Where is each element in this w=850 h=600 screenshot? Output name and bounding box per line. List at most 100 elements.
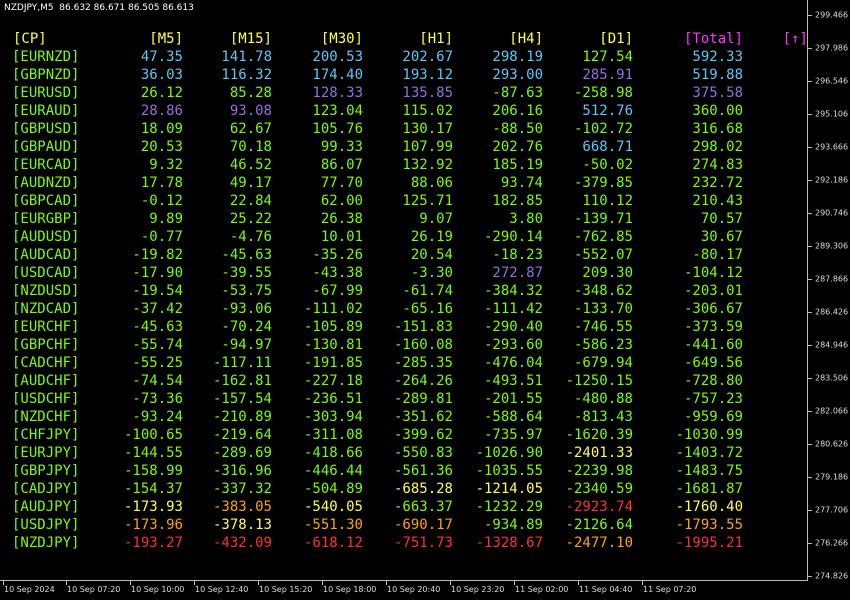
value-cell: -160.08 bbox=[393, 337, 453, 353]
value-cell: -480.88 bbox=[573, 391, 633, 407]
value-cell: 512.76 bbox=[582, 103, 633, 119]
time-label: 10 Sep 23:20 bbox=[451, 585, 505, 594]
table-row: [CADJPY] -154.37 -337.32 -504.89 -685.28 -121… bbox=[0, 480, 808, 498]
value-cell: -441.60 bbox=[683, 337, 743, 353]
value-cell: 206.16 bbox=[492, 103, 543, 119]
sort-order-button[interactable]: [↑] bbox=[783, 30, 808, 48]
value-cell: 135.85 bbox=[402, 85, 453, 101]
pair-label: [USDCAD] bbox=[12, 265, 80, 281]
value-cell: -757.23 bbox=[683, 391, 743, 407]
value-cell: -293.60 bbox=[483, 337, 543, 353]
value-cell: -258.98 bbox=[573, 85, 633, 101]
price-tick bbox=[808, 114, 812, 115]
table-row: [USDJPY] -173.96 -378.13 -551.30 -690.17 -934… bbox=[0, 516, 808, 534]
value-cell: -1793.55 bbox=[675, 517, 743, 533]
value-cell: -173.93 bbox=[123, 499, 183, 515]
price-label: 297.986 bbox=[815, 43, 849, 53]
value-cell: -191.85 bbox=[303, 355, 363, 371]
price-axis[interactable]: 299.466 297.986 296.546 295.106 293.666 292.1… bbox=[808, 0, 850, 581]
price-tick bbox=[808, 411, 812, 412]
table-row: [AUDNZD] 17.78 49.17 77.70 88.06 93.74 -379.85… bbox=[0, 174, 808, 192]
value-cell: 232.72 bbox=[692, 175, 743, 191]
value-cell: 128.33 bbox=[312, 85, 363, 101]
value-cell: -504.89 bbox=[303, 481, 363, 497]
value-cell: -227.18 bbox=[303, 373, 363, 389]
price-tick bbox=[808, 576, 812, 577]
pair-label: [GBPJPY] bbox=[12, 463, 80, 479]
price-tick bbox=[808, 345, 812, 346]
value-cell: -418.66 bbox=[303, 445, 363, 461]
value-cell: -67.99 bbox=[312, 283, 363, 299]
pair-label: [AUDCAD] bbox=[12, 247, 80, 263]
value-cell: -111.42 bbox=[483, 301, 543, 317]
value-cell: 182.85 bbox=[492, 193, 543, 209]
pair-label: [CHFJPY] bbox=[12, 427, 80, 443]
value-cell: 375.58 bbox=[692, 85, 743, 101]
pair-label: [EURGBP] bbox=[12, 211, 80, 227]
value-cell: 9.32 bbox=[149, 157, 183, 173]
value-cell: 174.40 bbox=[312, 67, 363, 83]
value-cell: 10.01 bbox=[320, 229, 363, 245]
table-row: [USDCAD] -17.90 -39.55 -43.38 -3.30 272.87 209… bbox=[0, 264, 808, 282]
value-cell: -73.36 bbox=[132, 391, 183, 407]
value-cell: -94.97 bbox=[221, 337, 272, 353]
value-cell: 25.22 bbox=[229, 211, 272, 227]
chart-plot-area[interactable]: NZDJPY,M5 86.632 86.671 86.505 86.613 [C… bbox=[0, 0, 808, 581]
value-cell: -2239.98 bbox=[565, 463, 633, 479]
table-row: [AUDCAD] -19.82 -45.63 -35.26 20.54 -18.23 -55… bbox=[0, 246, 808, 264]
value-cell: 130.17 bbox=[402, 121, 453, 137]
value-cell: -649.56 bbox=[683, 355, 743, 371]
pair-label: [CADJPY] bbox=[12, 481, 80, 497]
pair-label: [AUDUSD] bbox=[12, 229, 80, 245]
price-label: 277.706 bbox=[815, 505, 849, 515]
value-cell: -1403.72 bbox=[675, 445, 743, 461]
pair-label: [EURAUD] bbox=[12, 103, 80, 119]
value-cell: 210.43 bbox=[692, 193, 743, 209]
value-cell: -35.26 bbox=[312, 247, 363, 263]
value-cell: 26.12 bbox=[140, 85, 183, 101]
value-cell: -728.80 bbox=[683, 373, 743, 389]
value-cell: 85.28 bbox=[229, 85, 272, 101]
value-cell: -1620.39 bbox=[565, 427, 633, 443]
value-cell: -37.42 bbox=[132, 301, 183, 317]
table-row: [EURCHF] -45.63 -70.24 -105.89 -151.83 -290.4… bbox=[0, 318, 808, 336]
price-label: 292.186 bbox=[815, 175, 849, 185]
value-cell: -193.27 bbox=[123, 535, 183, 551]
value-cell: 36.03 bbox=[140, 67, 183, 83]
time-label: 10 Sep 18:00 bbox=[323, 585, 377, 594]
price-tick bbox=[808, 48, 812, 49]
price-tick bbox=[808, 312, 812, 313]
value-cell: -100.65 bbox=[123, 427, 183, 443]
value-cell: 125.71 bbox=[402, 193, 453, 209]
value-cell: -735.97 bbox=[483, 427, 543, 443]
price-tick bbox=[808, 444, 812, 445]
header-h4: [H4] bbox=[509, 31, 543, 47]
chart-window[interactable]: NZDJPY,M5 86.632 86.671 86.505 86.613 [C… bbox=[0, 0, 850, 600]
value-cell: 123.04 bbox=[312, 103, 363, 119]
time-axis[interactable]: 10 Sep 2024 10 Sep 07:20 10 Sep 10:00 10 Se… bbox=[0, 581, 808, 600]
header-total-button[interactable]: [Total] bbox=[684, 30, 743, 48]
value-cell: -151.83 bbox=[393, 319, 453, 335]
time-label: 11 Sep 02:00 bbox=[515, 585, 569, 594]
value-cell: -45.63 bbox=[221, 247, 272, 263]
price-tick bbox=[808, 81, 812, 82]
value-cell: -70.24 bbox=[221, 319, 272, 335]
value-cell: -80.17 bbox=[692, 247, 743, 263]
value-cell: -93.06 bbox=[221, 301, 272, 317]
value-cell: -117.11 bbox=[212, 355, 272, 371]
value-cell: 62.00 bbox=[320, 193, 363, 209]
header-pair: [CP] bbox=[13, 31, 47, 47]
value-cell: -813.43 bbox=[573, 409, 633, 425]
value-cell: -93.24 bbox=[132, 409, 183, 425]
value-cell: 77.70 bbox=[320, 175, 363, 191]
value-cell: -679.94 bbox=[573, 355, 633, 371]
time-label: 10 Sep 20:40 bbox=[387, 585, 441, 594]
value-cell: -1030.99 bbox=[675, 427, 743, 443]
table-row: [GBPJPY] -158.99 -316.96 -446.44 -561.36 -103… bbox=[0, 462, 808, 480]
value-cell: -1681.87 bbox=[675, 481, 743, 497]
pair-label: [AUDCHF] bbox=[12, 373, 80, 389]
value-cell: -61.74 bbox=[402, 283, 453, 299]
value-cell: 202.67 bbox=[402, 49, 453, 65]
value-cell: -290.14 bbox=[483, 229, 543, 245]
table-row: [EURNZD] 47.35 141.78 200.53 202.67 298.19 127… bbox=[0, 48, 808, 66]
